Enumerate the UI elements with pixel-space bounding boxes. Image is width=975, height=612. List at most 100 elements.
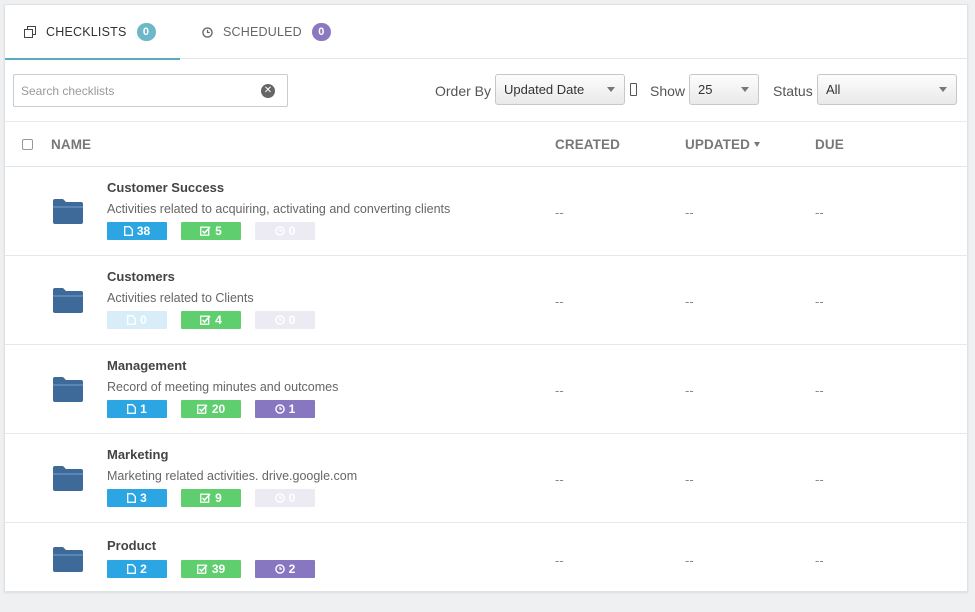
tab-checklists-label: CHECKLISTS: [46, 24, 127, 39]
tab-scheduled[interactable]: SCHEDULED 0: [180, 5, 350, 59]
documents-count-pill[interactable]: 3: [107, 489, 167, 507]
checks-count-pill[interactable]: 20: [181, 400, 241, 418]
chevron-down-icon: [741, 87, 749, 92]
order-by-value: Updated Date: [504, 82, 585, 97]
updated-cell: --: [685, 472, 694, 487]
documents-count-pill[interactable]: 1: [107, 400, 167, 418]
clock-icon: [274, 404, 285, 414]
clock-icon: [274, 226, 285, 236]
folder-icon: [53, 377, 83, 402]
select-all-checkbox[interactable]: [22, 139, 33, 150]
created-cell: --: [555, 294, 564, 309]
checks-count: 9: [215, 491, 222, 505]
column-updated[interactable]: UPDATED: [685, 137, 760, 152]
checkbox-check-icon: [200, 493, 211, 503]
documents-count-pill[interactable]: 2: [107, 560, 167, 578]
chevron-down-icon: [939, 87, 947, 92]
checks-count: 39: [211, 562, 226, 576]
scheduled-count: 2: [288, 562, 296, 576]
scheduled-count-pill[interactable]: 0: [255, 222, 315, 240]
document-icon: [127, 404, 137, 414]
checkbox-check-icon: [196, 564, 208, 574]
scheduled-count-badge: 0: [311, 23, 331, 41]
checks-count-pill[interactable]: 4: [181, 311, 241, 329]
column-created[interactable]: CREATED: [555, 137, 620, 152]
documents-count-pill[interactable]: 38: [107, 222, 167, 240]
row-description: Activities related to Clients: [107, 291, 254, 305]
checklists-count-badge: 0: [136, 22, 156, 41]
tab-scheduled-label: SCHEDULED: [223, 25, 302, 39]
column-name[interactable]: NAME: [51, 137, 91, 152]
show-select[interactable]: 25: [689, 74, 759, 105]
table-row[interactable]: Customer Success Activities related to a…: [5, 167, 969, 256]
clear-search-icon[interactable]: ✕: [261, 84, 275, 98]
row-title[interactable]: Customer Success: [107, 180, 224, 195]
checkbox-check-icon: [200, 315, 211, 325]
due-cell: --: [815, 383, 824, 398]
clock-icon: [274, 315, 285, 325]
folder-icon: [53, 466, 83, 491]
search-box: ✕: [13, 74, 288, 107]
document-icon: [127, 493, 137, 503]
status-select[interactable]: All: [817, 74, 957, 105]
updated-cell: --: [685, 205, 694, 220]
search-input[interactable]: [14, 75, 254, 106]
column-due[interactable]: DUE: [815, 137, 844, 152]
column-updated-label: UPDATED: [685, 137, 750, 152]
scheduled-count-pill[interactable]: 0: [255, 311, 315, 329]
scheduled-count: 0: [288, 224, 296, 238]
updated-cell: --: [685, 383, 694, 398]
row-description: Marketing related activities. drive.goog…: [107, 469, 358, 483]
order-by-select[interactable]: Updated Date: [495, 74, 625, 105]
scheduled-count-pill[interactable]: 2: [255, 560, 315, 578]
row-title[interactable]: Management: [107, 358, 186, 373]
updated-cell: --: [685, 294, 694, 309]
copy-icon: [23, 25, 37, 39]
table-row[interactable]: Marketing Marketing related activities. …: [5, 434, 969, 523]
clock-icon: [200, 25, 214, 39]
row-counts: 38 5 0: [107, 222, 329, 240]
tab-bar: CHECKLISTS 0 SCHEDULED 0: [5, 5, 969, 60]
show-label: Show: [650, 83, 686, 99]
documents-count: 2: [140, 562, 147, 576]
folder-icon: [53, 288, 83, 313]
checks-count: 5: [215, 224, 222, 238]
status-value: All: [826, 82, 841, 97]
documents-count: 1: [140, 402, 147, 416]
table-header: NAME CREATED UPDATED DUE: [5, 122, 969, 167]
filter-bar: ✕ Order By Updated Date Show 25 Status A…: [5, 59, 969, 122]
scheduled-count: 0: [288, 313, 296, 327]
scheduled-count: 0: [288, 491, 296, 505]
show-value: 25: [698, 82, 713, 97]
row-title[interactable]: Marketing: [107, 447, 168, 462]
checks-count: 4: [215, 313, 222, 327]
due-cell: --: [815, 472, 824, 487]
scheduled-count-pill[interactable]: 1: [255, 400, 315, 418]
created-cell: --: [555, 383, 564, 398]
table-row[interactable]: Management Record of meeting minutes and…: [5, 345, 969, 434]
row-title[interactable]: Product: [107, 538, 156, 553]
scheduled-count-pill[interactable]: 0: [255, 489, 315, 507]
row-counts: 2 39 2: [107, 560, 329, 578]
row-description: Record of meeting minutes and outcomes: [107, 380, 339, 394]
document-icon: [127, 315, 137, 325]
checklists-panel: CHECKLISTS 0 SCHEDULED 0 ✕ Order By Upda…: [4, 4, 969, 592]
row-counts: 1 20 1: [107, 400, 329, 418]
row-counts: 3 9 0: [107, 489, 329, 507]
checks-count-pill[interactable]: 9: [181, 489, 241, 507]
clock-icon: [274, 493, 285, 503]
sort-direction-icon[interactable]: [630, 83, 637, 96]
due-cell: --: [815, 553, 824, 568]
row-title[interactable]: Customers: [107, 269, 175, 284]
table-row[interactable]: Customers Activities related to Clients …: [5, 256, 969, 345]
created-cell: --: [555, 205, 564, 220]
tab-checklists[interactable]: CHECKLISTS 0: [5, 5, 180, 60]
scheduled-count: 1: [288, 402, 296, 416]
checkbox-check-icon: [196, 404, 208, 414]
documents-count-pill[interactable]: 0: [107, 311, 167, 329]
checks-count-pill[interactable]: 39: [181, 560, 241, 578]
checks-count-pill[interactable]: 5: [181, 222, 241, 240]
table-row[interactable]: Product 2 39 2 -- -- --: [5, 523, 969, 612]
due-cell: --: [815, 294, 824, 309]
clock-icon: [274, 564, 285, 574]
